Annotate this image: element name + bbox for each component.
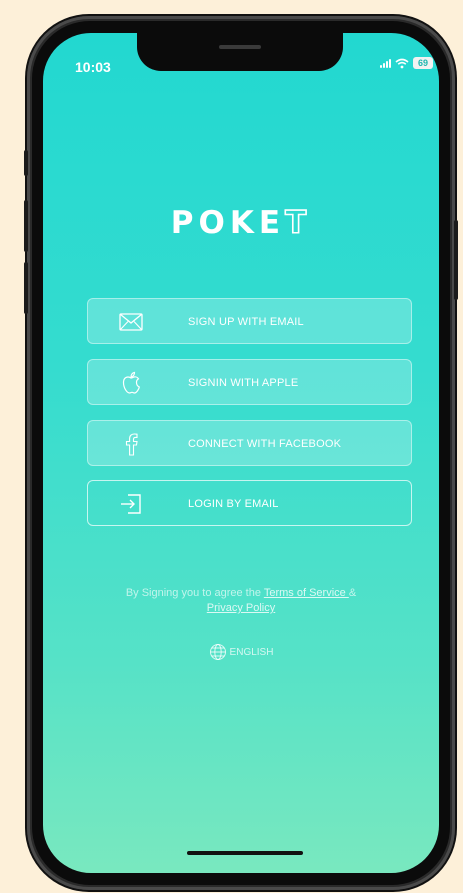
sign-up-email-label: SIGN UP WITH EMAIL [188,316,304,328]
status-time: 10:03 [75,59,111,75]
mute-switch [24,150,28,176]
sign-up-email-button[interactable]: SIGN UP WITH EMAIL [87,298,412,344]
speaker-grille [219,45,261,49]
signal-icon [380,58,391,68]
wifi-icon [395,58,409,68]
privacy-policy-link[interactable]: Privacy Policy [207,602,275,614]
language-selector[interactable]: ENGLISH [43,643,439,661]
envelope-icon [118,309,144,335]
language-label: ENGLISH [229,646,274,658]
login-email-label: LOGIN BY EMAIL [188,498,279,510]
logo-accent: T [284,204,312,242]
battery-icon: 69 [413,57,433,69]
globe-icon [209,644,226,660]
terms-of-service-link[interactable]: Terms of Service [264,587,349,599]
legal-notice: By Signing you to agree the Terms of Ser… [73,586,409,616]
apple-icon [118,370,144,396]
logo-text: POKE [170,205,286,241]
connect-facebook-button[interactable]: CONNECT WITH FACEBOOK [87,420,412,466]
sign-in-apple-button[interactable]: SIGNIN WITH APPLE [87,359,412,405]
sign-in-apple-label: SIGNIN WITH APPLE [188,377,299,389]
legal-prefix: By Signing you to agree the [125,587,264,599]
status-icons: 69 [380,57,433,69]
notch [137,33,343,71]
app-logo: POKET [43,204,439,242]
volume-up-button [24,200,28,252]
facebook-icon [118,431,144,457]
page-background: 10:03 69 POKET SIGN UP WITH EMAIL SIGNIN… [0,0,463,893]
login-icon [118,491,144,517]
home-indicator[interactable] [187,851,303,855]
connect-facebook-label: CONNECT WITH FACEBOOK [188,438,342,450]
volume-down-button [24,262,28,314]
legal-conjunction: & [348,587,357,599]
app-screen: 10:03 69 POKET SIGN UP WITH EMAIL SIGNIN… [43,33,439,873]
login-email-button[interactable]: LOGIN BY EMAIL [87,480,412,526]
power-button [454,220,458,300]
